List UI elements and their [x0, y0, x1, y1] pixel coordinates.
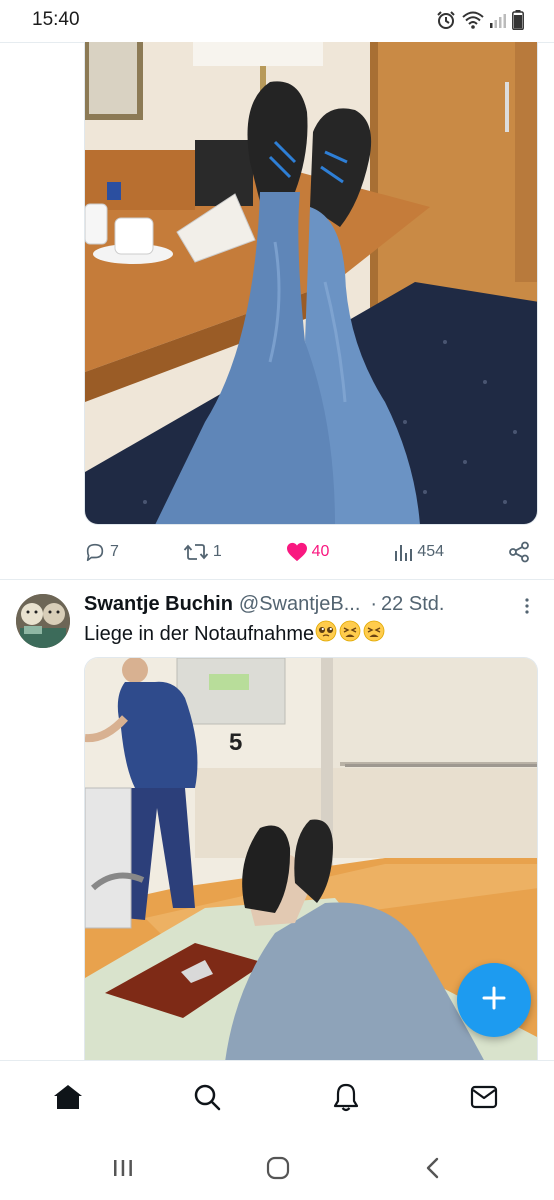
nav-notifications[interactable] [330, 1083, 362, 1115]
home-circle-icon [266, 1156, 290, 1185]
room-number-5: 5 [229, 729, 242, 756]
views-count: 454 [417, 543, 445, 560]
tweet-text: Liege in der Notaufnahme [84, 620, 385, 648]
tweet-photo[interactable] [84, 42, 538, 525]
messages-icon [470, 1085, 498, 1114]
status-icons [436, 10, 524, 30]
retweet-button[interactable]: 1 [183, 541, 222, 563]
retweet-icon [183, 541, 209, 563]
system-home-button[interactable] [258, 1156, 298, 1184]
like-button[interactable]: 40 [286, 542, 330, 562]
tweet-actions: 7 1 40 454 [84, 536, 530, 568]
tweet-timestamp[interactable]: 22 Std. [381, 593, 444, 616]
home-icon [53, 1083, 83, 1116]
display-name[interactable]: Swantje Buchin [84, 593, 233, 616]
nav-search[interactable] [191, 1083, 223, 1115]
signal-icon [490, 12, 506, 28]
retweet-count: 1 [212, 543, 222, 560]
search-icon [193, 1083, 221, 1116]
views-button[interactable]: 454 [393, 542, 444, 562]
alarm-icon [436, 10, 456, 30]
share-icon [508, 541, 530, 563]
bottom-nav [0, 1060, 554, 1136]
separator-dot: · [370, 592, 378, 615]
heart-filled-icon [286, 542, 308, 562]
notifications-icon [333, 1082, 359, 1117]
emoji-row [315, 620, 385, 648]
views-chart-icon [393, 542, 413, 562]
wifi-icon [462, 11, 484, 29]
tweet-header: Swantje Buchin @SwantjeB... · 22 Std. [84, 590, 524, 618]
recent-apps-button[interactable] [103, 1156, 143, 1184]
compose-tweet-button[interactable] [457, 963, 531, 1037]
recent-apps-icon [112, 1158, 134, 1183]
reply-button[interactable]: 7 [84, 541, 119, 563]
user-handle[interactable]: @SwantjeB... [239, 593, 360, 616]
nav-messages[interactable] [468, 1083, 500, 1115]
system-nav [0, 1136, 554, 1200]
status-time: 15:40 [32, 9, 80, 30]
tweet-text-content: Liege in der Notaufnahme [84, 622, 315, 645]
tired-face-emoji-icon [339, 620, 361, 648]
reply-count: 7 [110, 543, 119, 560]
nav-home[interactable] [52, 1083, 84, 1115]
avatar[interactable] [16, 594, 70, 648]
back-icon [425, 1157, 441, 1184]
battery-icon [512, 10, 524, 30]
tired-face-emoji-icon [363, 620, 385, 648]
reply-icon [84, 541, 106, 563]
back-button[interactable] [413, 1156, 453, 1184]
status-bar: 15:40 [0, 0, 554, 42]
plus-icon [481, 985, 507, 1016]
share-button[interactable] [508, 541, 530, 563]
more-options-icon[interactable] [520, 596, 534, 616]
pleading-face-emoji-icon [315, 620, 337, 648]
tweet-divider [0, 579, 554, 580]
like-count: 40 [311, 543, 330, 560]
